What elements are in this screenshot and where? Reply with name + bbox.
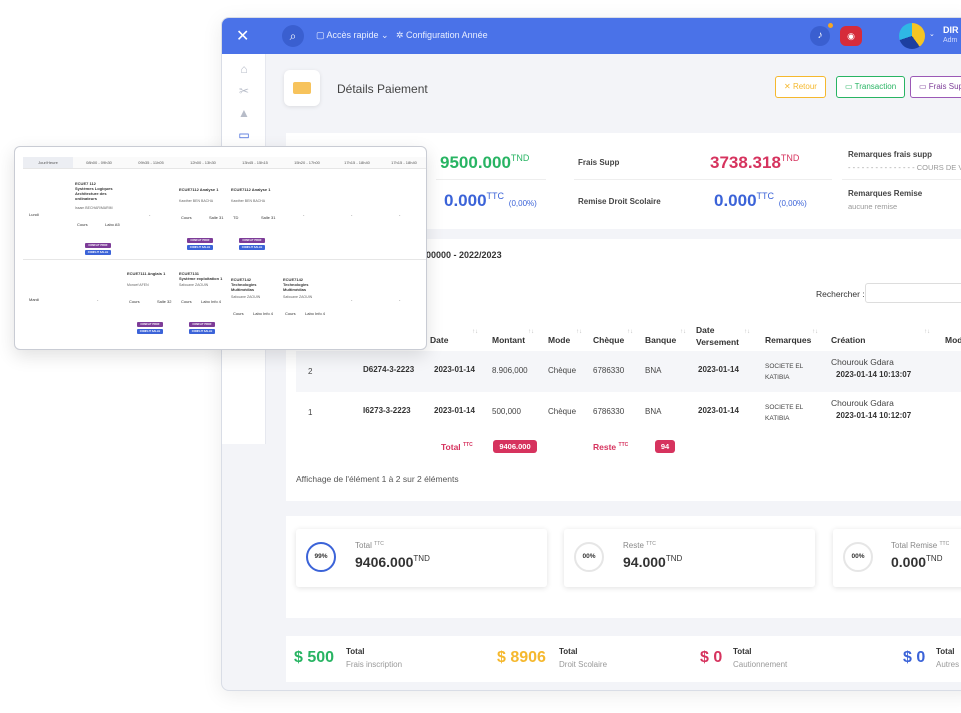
user-name: DIR [943,25,959,35]
col-remarques[interactable]: Remarques [765,335,811,345]
app-window: ✕ ⌕ ▢ Accès rapide ⌄ ✲ Configuration Ann… [221,17,961,691]
sort-icon: ↑↓ [576,329,582,335]
sort-icon: ↑↓ [627,329,633,335]
col-mod[interactable]: Mod [945,335,961,345]
col-banque[interactable]: Banque [645,335,676,345]
col-cheque[interactable]: Chèque [593,335,624,345]
progress-ring: 99% [306,542,336,572]
flag-icon[interactable]: ◉ [840,26,862,46]
table-info: Affichage de l'élément 1 à 2 sur 2 éléme… [296,474,459,484]
course-block[interactable]: ECUE7112 Analyse 1 [179,187,227,192]
sort-icon: ↑↓ [528,329,534,335]
nav-quick-access[interactable]: ▢ Accès rapide ⌄ [316,30,389,41]
divider [436,179,546,180]
total-inscription-amount: $ 500 [294,649,335,666]
col-date[interactable]: Date [430,335,448,345]
day-label: Lundi [29,212,39,217]
totals-card: $ 500 Total Frais inscription $ 8906 Tot… [286,636,961,682]
top-bar: ✕ ⌕ ▢ Accès rapide ⌄ ✲ Configuration Ann… [222,18,961,54]
schedule-popup: Jour/Heure 08h00 - 09h30 09h35 - 11h05 1… [14,146,427,350]
frais-sup-button[interactable]: ▭ Frais Sup [910,76,961,98]
total-droit-amount: $ 8906 [497,649,546,666]
tools-icon[interactable]: ✂ [236,84,252,100]
bell-icon[interactable]: ♪ [810,26,830,46]
close-menu-icon[interactable]: ✕ [236,26,249,46]
remise-amount: 0.000TTC (0,00%) [444,191,537,210]
remarques-remise-value: aucune remise [848,202,898,211]
course-block[interactable]: ECUE7142 Technologies Multimédias [231,277,279,292]
progress-ring: 00% [843,542,873,572]
transaction-button[interactable]: ▭ Transaction [836,76,906,98]
remarques-frais-value: - - - - - - - - - - - - - - - COURS DE V [848,163,961,172]
home-icon[interactable]: ⌂ [236,62,252,78]
sort-icon: ↑↓ [680,329,686,335]
chevron-down-icon[interactable]: ⌄ [929,30,935,38]
nav-year-config[interactable]: ✲ Configuration Année [396,30,488,41]
money-icon [284,70,320,106]
avatar[interactable] [899,23,925,49]
total-autres-amount: $ 0 [903,649,926,666]
remise-droit-amount: 0.000TTC (0,00%) [714,191,807,210]
col-mode[interactable]: Mode [548,335,570,345]
main-amount: 9500.000TND [440,153,530,172]
remarques-frais-label: Remarques frais supp [848,150,933,159]
row-divider [23,259,426,260]
summary-card: 99% Total TTC 9406.000TND 00% Reste TTC … [286,516,961,618]
sort-icon: ↑↓ [812,329,818,335]
sort-icon: ↑↓ [924,329,930,335]
progress-ring: 00% [574,542,604,572]
col-creation[interactable]: Création [831,335,865,345]
reste-badge: 94 [655,440,675,453]
frais-supp-label: Frais Supp [578,158,620,167]
course-block[interactable]: ECUE7111 Anglais 1 [127,271,175,276]
page-header: Détails Paiement ✕ Retour ▭ Transaction … [274,62,961,114]
sort-icon: ↑↓ [744,329,750,335]
course-block[interactable]: ECUE7142 Technologies Multimédias [283,277,331,292]
table-row[interactable]: 2 D6274-3-2223 2023-01-14 8.906,000 Chèq… [296,351,961,392]
summary-total: 99% Total TTC 9406.000TND [296,529,547,587]
table-row[interactable]: 1 I6273-3-2223 2023-01-14 500,000 Chèque… [296,392,961,433]
frais-supp-amount: 3738.318TND [710,153,800,172]
remarques-remise-label: Remarques Remise [848,189,923,198]
user-role: Adm [943,37,958,44]
search-icon[interactable]: ⌕ [282,25,304,47]
course-block[interactable]: ECUE7112 Analyse 1 [231,187,279,192]
day-label: Mardi [29,297,40,302]
total-badge: 9406.000 [493,440,537,453]
sort-icon: ↑↓ [472,329,478,335]
col-date-versement[interactable]: Date Versement [696,324,739,348]
page-title: Détails Paiement [337,82,428,96]
summary-reste: 00% Reste TTC 94.000TND [564,529,815,587]
total-label: Total TTC [441,442,473,452]
section-title: 00000 - 2022/2023 [426,250,502,260]
remise-droit-label: Remise Droit Scolaire [578,197,661,206]
search-input[interactable] [865,283,961,303]
payment-icon[interactable]: ▭ [236,128,252,144]
notification-dot [828,23,833,28]
graduation-cap-icon[interactable]: ▲ [236,106,252,122]
divider [574,179,832,180]
search-label: Rechercher : [816,289,865,299]
col-montant[interactable]: Montant [492,335,525,345]
course-block[interactable]: ECUE7131 Système exploitation 1 [179,271,227,281]
retour-button[interactable]: ✕ Retour [775,76,826,98]
course-block[interactable]: ECUE7 112 Systèmes Logiques Architecture … [75,181,125,201]
reste-label: Reste TTC [593,442,629,452]
summary-remise: 00% Total Remise TTC 0.000TND [833,529,961,587]
total-caution-amount: $ 0 [700,649,723,666]
divider [842,179,961,180]
